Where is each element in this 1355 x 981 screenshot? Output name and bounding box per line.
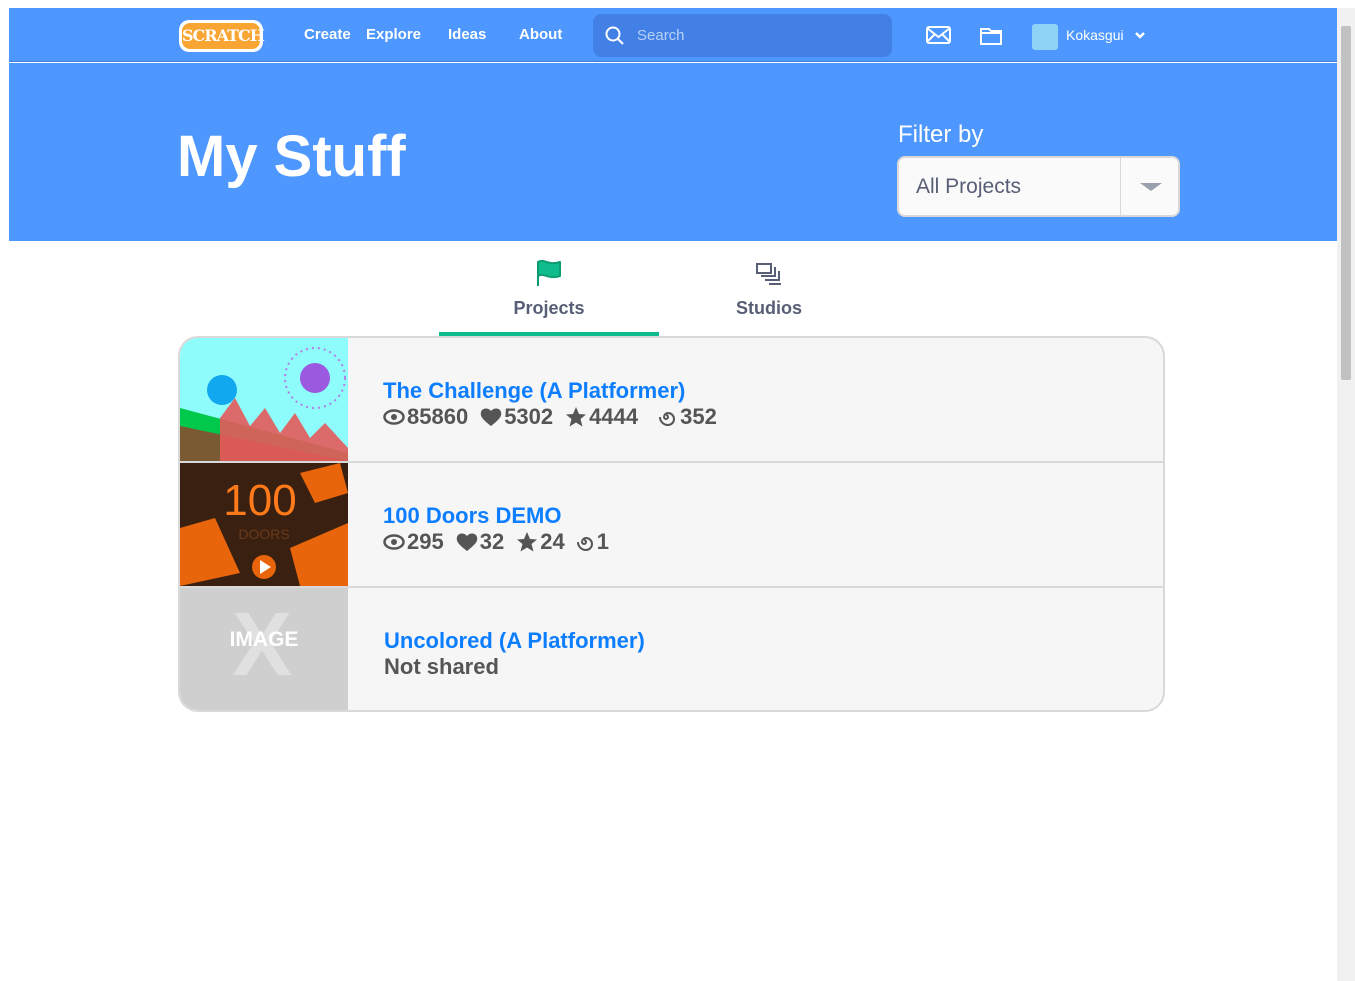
nav-create[interactable]: Create [304,26,351,43]
studios-icon [756,263,781,285]
project-row[interactable]: The Challenge (A Platformer) 85860 5302 … [180,338,1163,463]
my-stuff-folder-icon[interactable] [980,24,1002,46]
scrollbar-thumb[interactable] [1341,26,1351,380]
filter-label: Filter by [898,121,984,148]
tab-studios[interactable]: Studios [659,242,879,336]
favorites-star-icon [517,532,538,552]
svg-text:100: 100 [223,476,296,525]
project-title-link[interactable]: Uncolored (A Platformer) [384,628,645,654]
project-list: The Challenge (A Platformer) 85860 5302 … [178,336,1165,712]
scrollbar[interactable] [1337,8,1355,981]
messages-icon[interactable] [926,24,951,46]
filter-select[interactable]: All Projects [897,156,1180,217]
views-eye-icon [383,409,405,425]
project-row[interactable]: 100 DOORS 100 Doors DEMO 295 32 24 1 [180,463,1163,588]
project-thumbnail[interactable] [180,338,348,461]
tab-projects[interactable]: Projects [439,242,659,336]
flag-icon [537,259,561,286]
project-thumbnail-placeholder[interactable]: X IMAGE [180,588,348,710]
svg-text:DOORS: DOORS [238,526,289,542]
project-title-link[interactable]: 100 Doors DEMO [383,503,562,529]
project-thumbnail[interactable]: 100 DOORS [180,463,348,586]
scratch-logo[interactable]: SCRATCH [179,20,265,52]
project-title-link[interactable]: The Challenge (A Platformer) [383,378,685,404]
divider [1120,158,1121,215]
remixes-spiral-icon [659,411,676,427]
search-icon [605,26,624,45]
project-stats: 295 32 24 1 [383,529,621,555]
caret-down-icon [1140,183,1162,191]
share-status: Not shared [384,654,499,679]
header-banner: My Stuff Filter by All Projects [9,63,1337,241]
page-title: My Stuff [177,124,406,189]
page: SCRATCH Create Explore Ideas About Searc… [9,8,1337,981]
nav-about[interactable]: About [519,26,562,43]
loves-heart-icon [456,533,477,551]
avatar[interactable] [1032,24,1058,50]
top-nav: SCRATCH Create Explore Ideas About Searc… [9,8,1337,62]
favorites-star-icon [566,407,587,427]
remixes-spiral-icon [576,536,593,552]
project-row[interactable]: X IMAGE Uncolored (A Platformer) Not sha… [180,588,1163,710]
username[interactable]: Kokasgui [1066,27,1124,43]
chevron-down-icon[interactable] [1133,28,1147,42]
project-stats: 85860 5302 4444 352 [383,404,729,430]
nav-explore[interactable]: Explore [366,26,421,43]
views-eye-icon [383,534,405,550]
nav-ideas[interactable]: Ideas [448,26,486,43]
loves-heart-icon [480,408,502,426]
search-input[interactable]: Search [593,14,892,57]
